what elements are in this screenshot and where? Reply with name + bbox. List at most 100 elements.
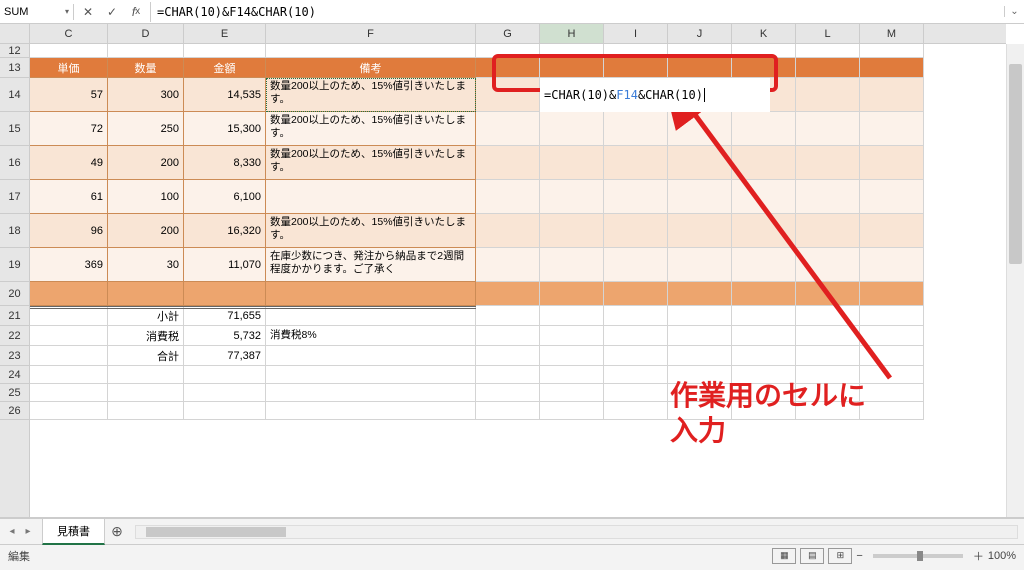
cell-H20[interactable]	[540, 282, 604, 306]
cell-D17[interactable]: 100	[108, 180, 184, 214]
cell-J22[interactable]	[668, 326, 732, 346]
cell-K19[interactable]	[732, 248, 796, 282]
cell-G20[interactable]	[476, 282, 540, 306]
cell-F25[interactable]	[266, 384, 476, 402]
cell-L15[interactable]	[796, 112, 860, 146]
cell-H14[interactable]	[540, 78, 604, 112]
cell-F17[interactable]	[266, 180, 476, 214]
cells-area[interactable]: 単価数量金額備考5730014,535数量200以上のため、15%値引きいたしま…	[30, 44, 1006, 517]
row-header-26[interactable]: 26	[0, 402, 29, 420]
cell-K22[interactable]	[732, 326, 796, 346]
vertical-scrollbar[interactable]	[1006, 44, 1024, 517]
cell-M15[interactable]	[860, 112, 924, 146]
cell-J18[interactable]	[668, 214, 732, 248]
view-normal-icon[interactable]: ▦	[772, 548, 796, 564]
cell-H16[interactable]	[540, 146, 604, 180]
cell-J14[interactable]	[668, 78, 732, 112]
cell-D15[interactable]: 250	[108, 112, 184, 146]
cell-M16[interactable]	[860, 146, 924, 180]
confirm-formula-icon[interactable]: ✓	[100, 2, 124, 22]
cell-L26[interactable]	[796, 402, 860, 420]
cell-K26[interactable]	[732, 402, 796, 420]
row-header-18[interactable]: 18	[0, 214, 29, 248]
cell-F14[interactable]: 数量200以上のため、15%値引きいたします。	[266, 78, 476, 112]
cell-I23[interactable]	[604, 346, 668, 366]
cell-L21[interactable]	[796, 306, 860, 326]
cell-G15[interactable]	[476, 112, 540, 146]
cell-H18[interactable]	[540, 214, 604, 248]
cell-C23[interactable]	[30, 346, 108, 366]
cell-E20[interactable]	[184, 282, 266, 306]
expand-formula-bar-icon[interactable]: ⌄	[1004, 6, 1024, 17]
cell-M26[interactable]	[860, 402, 924, 420]
cell-G26[interactable]	[476, 402, 540, 420]
cell-F13[interactable]: 備考	[266, 58, 476, 78]
cell-G24[interactable]	[476, 366, 540, 384]
cell-C17[interactable]: 61	[30, 180, 108, 214]
name-box-dropdown-icon[interactable]: ▾	[65, 7, 69, 16]
cancel-formula-icon[interactable]: ✕	[76, 2, 100, 22]
cell-C12[interactable]	[30, 44, 108, 58]
fx-icon[interactable]: fx	[124, 2, 148, 22]
cell-I13[interactable]	[604, 58, 668, 78]
cell-M23[interactable]	[860, 346, 924, 366]
cell-D26[interactable]	[108, 402, 184, 420]
cell-G25[interactable]	[476, 384, 540, 402]
cell-J23[interactable]	[668, 346, 732, 366]
col-header-K[interactable]: K	[732, 24, 796, 43]
cell-E14[interactable]: 14,535	[184, 78, 266, 112]
cell-H17[interactable]	[540, 180, 604, 214]
col-header-D[interactable]: D	[108, 24, 184, 43]
cell-I15[interactable]	[604, 112, 668, 146]
cell-G17[interactable]	[476, 180, 540, 214]
cell-F21[interactable]	[266, 306, 476, 326]
cell-K23[interactable]	[732, 346, 796, 366]
cell-L23[interactable]	[796, 346, 860, 366]
cell-D13[interactable]: 数量	[108, 58, 184, 78]
formula-input[interactable]: =CHAR(10)&F14&CHAR(10)	[151, 3, 1004, 21]
row-header-21[interactable]: 21	[0, 306, 29, 326]
cell-C14[interactable]: 57	[30, 78, 108, 112]
row-header-23[interactable]: 23	[0, 346, 29, 366]
cell-J26[interactable]	[668, 402, 732, 420]
cell-D20[interactable]	[108, 282, 184, 306]
cell-I16[interactable]	[604, 146, 668, 180]
col-header-C[interactable]: C	[30, 24, 108, 43]
cell-G23[interactable]	[476, 346, 540, 366]
scroll-thumb[interactable]	[1009, 64, 1022, 264]
cell-F24[interactable]	[266, 366, 476, 384]
cell-C19[interactable]: 369	[30, 248, 108, 282]
cell-H25[interactable]	[540, 384, 604, 402]
row-header-20[interactable]: 20	[0, 282, 29, 306]
cell-C16[interactable]: 49	[30, 146, 108, 180]
cell-I24[interactable]	[604, 366, 668, 384]
cell-C18[interactable]: 96	[30, 214, 108, 248]
cell-J19[interactable]	[668, 248, 732, 282]
cell-K13[interactable]	[732, 58, 796, 78]
cell-H23[interactable]	[540, 346, 604, 366]
cell-D25[interactable]	[108, 384, 184, 402]
cell-I17[interactable]	[604, 180, 668, 214]
cell-L20[interactable]	[796, 282, 860, 306]
cell-L18[interactable]	[796, 214, 860, 248]
cell-C25[interactable]	[30, 384, 108, 402]
cell-J21[interactable]	[668, 306, 732, 326]
cell-J13[interactable]	[668, 58, 732, 78]
cell-M12[interactable]	[860, 44, 924, 58]
cell-J16[interactable]	[668, 146, 732, 180]
cell-I22[interactable]	[604, 326, 668, 346]
cell-E12[interactable]	[184, 44, 266, 58]
cell-J17[interactable]	[668, 180, 732, 214]
col-header-G[interactable]: G	[476, 24, 540, 43]
cell-M17[interactable]	[860, 180, 924, 214]
view-page-layout-icon[interactable]: ▤	[800, 548, 824, 564]
cell-G22[interactable]	[476, 326, 540, 346]
row-header-15[interactable]: 15	[0, 112, 29, 146]
zoom-in-button[interactable]: ＋	[973, 548, 984, 564]
name-box[interactable]: SUM ▾	[0, 4, 74, 20]
cell-E13[interactable]: 金額	[184, 58, 266, 78]
cell-D12[interactable]	[108, 44, 184, 58]
cell-J15[interactable]	[668, 112, 732, 146]
cell-D19[interactable]: 30	[108, 248, 184, 282]
cell-I21[interactable]	[604, 306, 668, 326]
